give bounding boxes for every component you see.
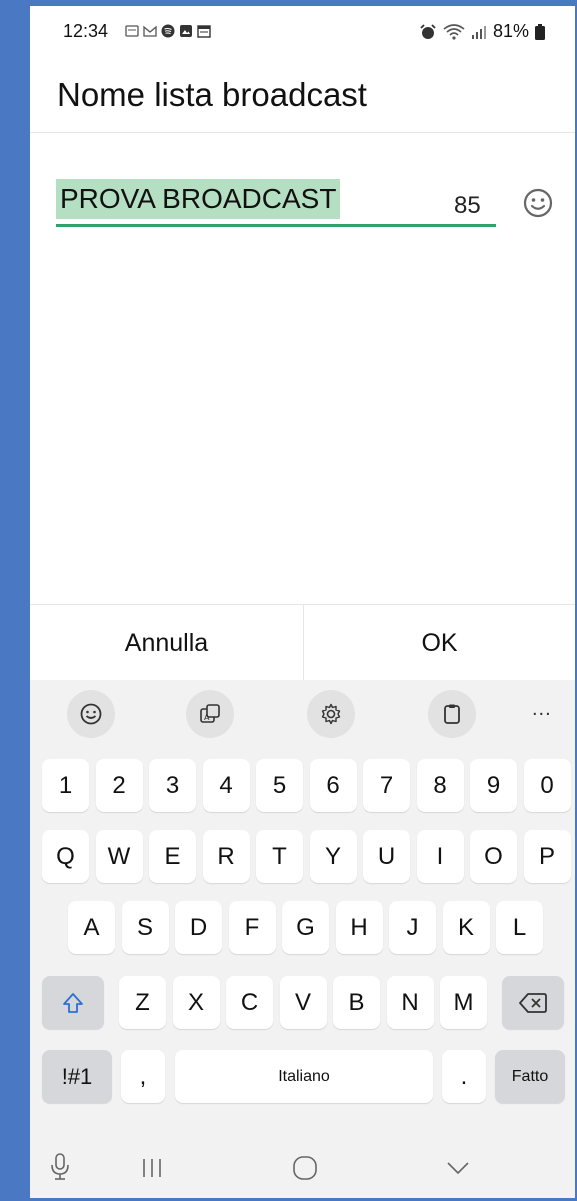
key-z[interactable]: Z xyxy=(119,976,166,1029)
emoji-icon[interactable] xyxy=(67,690,115,738)
keyboard: A ... 1234567890QWERTYUIOPASDFGHJKLZXCVB… xyxy=(30,680,575,1198)
key-g[interactable]: G xyxy=(282,901,329,954)
alarm-icon xyxy=(420,23,436,39)
key-i[interactable]: I xyxy=(416,830,464,883)
key-u[interactable]: U xyxy=(363,830,410,883)
key-n[interactable]: N xyxy=(386,976,434,1029)
space-key[interactable]: Italiano xyxy=(175,1050,433,1103)
translate-icon[interactable]: A xyxy=(186,690,234,738)
spotify-icon xyxy=(161,24,175,38)
battery-percent: 81% xyxy=(492,21,529,41)
clipboard-icon[interactable] xyxy=(428,690,476,738)
wifi-icon xyxy=(443,23,465,40)
more-icon[interactable]: ... xyxy=(532,698,552,721)
key-v[interactable]: V xyxy=(279,976,327,1029)
key-9[interactable]: 9 xyxy=(470,759,517,812)
key-j[interactable]: J xyxy=(389,901,436,954)
key-6[interactable]: 6 xyxy=(309,759,357,812)
recent-apps-icon[interactable] xyxy=(140,1157,164,1179)
gear-icon[interactable] xyxy=(307,690,355,738)
key-0[interactable]: 0 xyxy=(523,759,571,812)
notification-icons xyxy=(125,24,211,38)
key-7[interactable]: 7 xyxy=(363,759,410,812)
gmail-icon xyxy=(143,25,157,37)
key-8[interactable]: 8 xyxy=(416,759,464,812)
status-right: 81% xyxy=(419,21,545,42)
home-icon[interactable] xyxy=(292,1155,318,1181)
message-icon xyxy=(125,25,139,37)
key-s[interactable]: S xyxy=(121,901,169,954)
comma-key[interactable]: , xyxy=(121,1050,165,1103)
key-y[interactable]: Y xyxy=(309,830,357,883)
emoji-icon[interactable] xyxy=(522,187,554,219)
list-name-input[interactable]: PROVA BROADCAST xyxy=(56,179,496,227)
key-e[interactable]: E xyxy=(149,830,196,883)
signal-icon xyxy=(471,25,486,39)
hide-keyboard-icon[interactable] xyxy=(446,1160,470,1176)
done-key[interactable]: Fatto xyxy=(495,1050,565,1103)
svg-text:A: A xyxy=(204,713,210,722)
key-k[interactable]: K xyxy=(442,901,490,954)
key-w[interactable]: W xyxy=(95,830,143,883)
shift-key[interactable] xyxy=(42,976,104,1029)
backspace-key[interactable] xyxy=(502,976,564,1029)
dialog-buttons: Annulla OK xyxy=(30,604,575,681)
key-m[interactable]: M xyxy=(440,976,487,1029)
key-3[interactable]: 3 xyxy=(149,759,196,812)
key-r[interactable]: R xyxy=(202,830,250,883)
key-1[interactable]: 1 xyxy=(42,759,89,812)
shift-icon xyxy=(63,992,83,1013)
navigation-bar xyxy=(30,1138,575,1198)
character-counter: 85 xyxy=(454,192,481,219)
key-4[interactable]: 4 xyxy=(202,759,250,812)
gallery-icon xyxy=(180,25,192,37)
status-time: 12:34 xyxy=(63,21,109,41)
backspace-icon xyxy=(519,992,547,1013)
period-key[interactable]: . xyxy=(442,1050,486,1103)
dialog-title: Nome lista broadcast xyxy=(57,76,367,113)
key-c[interactable]: C xyxy=(226,976,273,1029)
key-p[interactable]: P xyxy=(523,830,571,883)
key-q[interactable]: Q xyxy=(42,830,89,883)
symbols-key[interactable]: !#1 xyxy=(42,1050,112,1103)
key-o[interactable]: O xyxy=(470,830,517,883)
keyboard-toolbar: A ... xyxy=(30,680,575,746)
key-a[interactable]: A xyxy=(68,901,115,954)
phone-screen: 12:34 81% Nome lista broadcast PROVA BRO… xyxy=(30,6,575,1198)
cancel-button[interactable]: Annulla xyxy=(30,605,303,681)
divider xyxy=(30,132,575,133)
microphone-icon[interactable] xyxy=(50,1152,70,1182)
calendar-icon xyxy=(197,25,211,38)
key-f[interactable]: F xyxy=(228,901,276,954)
key-x[interactable]: X xyxy=(172,976,220,1029)
key-2[interactable]: 2 xyxy=(95,759,143,812)
key-d[interactable]: D xyxy=(175,901,222,954)
ok-button[interactable]: OK xyxy=(304,605,575,681)
key-b[interactable]: B xyxy=(333,976,380,1029)
status-bar: 12:34 81% xyxy=(30,6,575,56)
list-name-input-value[interactable]: PROVA BROADCAST xyxy=(56,179,341,219)
key-t[interactable]: T xyxy=(256,830,303,883)
key-h[interactable]: H xyxy=(335,901,383,954)
battery-icon xyxy=(535,23,545,40)
input-underline xyxy=(56,224,496,227)
key-5[interactable]: 5 xyxy=(256,759,303,812)
key-l[interactable]: L xyxy=(496,901,543,954)
